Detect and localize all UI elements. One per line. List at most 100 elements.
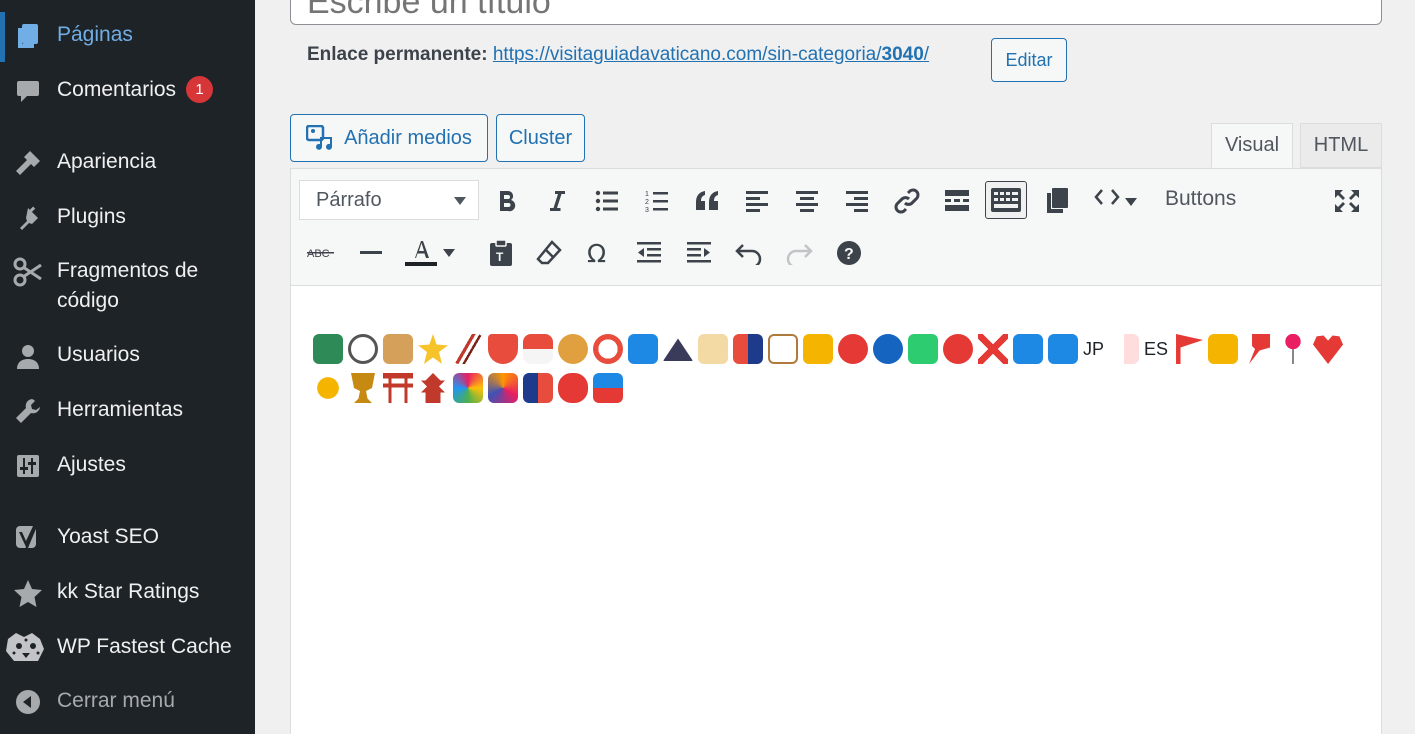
code-dropdown-button[interactable] xyxy=(1121,187,1141,217)
align-center-button[interactable] xyxy=(789,183,825,219)
fullscreen-button[interactable] xyxy=(1329,183,1365,219)
cross-mark-emoji-icon xyxy=(978,334,1008,364)
omega-icon: Ω xyxy=(587,240,606,266)
read-more-button[interactable] xyxy=(939,183,975,219)
fullscreen-icon xyxy=(1335,190,1359,212)
writing-hand-emoji-icon xyxy=(803,334,833,364)
format-select[interactable]: Párrafo xyxy=(299,180,479,220)
paste-as-text-button[interactable]: T xyxy=(483,235,519,271)
svg-text:?: ? xyxy=(844,246,854,263)
clear-formatting-button[interactable] xyxy=(531,235,567,271)
check-mark-emoji-icon xyxy=(908,334,938,364)
numbered-list-button[interactable]: 123 xyxy=(639,183,675,219)
sidebar-item-label: Usuarios xyxy=(57,343,140,366)
mountain-emoji-icon xyxy=(663,338,693,361)
align-left-icon xyxy=(746,191,768,212)
redo-button[interactable] xyxy=(781,235,817,271)
sidebar-item-label: Ajustes xyxy=(57,453,126,476)
special-character-button[interactable]: Ω xyxy=(581,235,617,271)
svg-text:3: 3 xyxy=(645,207,649,213)
bold-icon xyxy=(500,191,516,212)
star-icon xyxy=(12,577,44,609)
horizontal-line-icon xyxy=(360,251,382,254)
pushpin-emoji-icon xyxy=(1249,334,1271,364)
torii-gate-emoji-icon xyxy=(383,373,413,403)
indent-button[interactable] xyxy=(681,235,717,271)
pagoda-emoji-icon xyxy=(421,373,445,403)
code-button[interactable] xyxy=(1089,179,1125,215)
pages-icon xyxy=(12,20,44,52)
outdent-button[interactable] xyxy=(631,235,667,271)
title-input[interactable] xyxy=(290,0,1382,25)
book-emoji-icon xyxy=(383,334,413,364)
horizontal-line-button[interactable] xyxy=(353,235,389,271)
collapse-arrow-icon xyxy=(12,686,44,718)
permalink-link[interactable]: https://visitaguiadavaticano.com/sin-cat… xyxy=(493,44,929,65)
sidebar-item-label: Yoast SEO xyxy=(57,525,159,548)
redo-icon xyxy=(786,244,813,265)
red-circle-emoji-icon xyxy=(838,334,868,364)
align-right-icon xyxy=(846,191,868,212)
copy-button[interactable] xyxy=(1039,183,1075,219)
rice-bowl-emoji-icon xyxy=(593,334,623,364)
star-emoji-icon xyxy=(418,334,448,364)
add-media-button[interactable]: Añadir medios xyxy=(290,114,488,162)
sidebar-item-label: Herramientas xyxy=(57,398,184,421)
svg-text:2: 2 xyxy=(645,199,649,206)
permalink-row: Enlace permanente: https://visitaguiadav… xyxy=(307,44,929,66)
blockquote-icon xyxy=(696,191,718,210)
undo-button[interactable] xyxy=(731,235,767,271)
buttons-dropdown-label[interactable]: Buttons xyxy=(1165,187,1236,211)
snippets-icon xyxy=(12,256,44,288)
edit-permalink-button[interactable]: Editar xyxy=(991,38,1067,82)
sidebar-item-label-line2: código xyxy=(57,289,119,312)
toolbar-toggle-button[interactable] xyxy=(985,181,1027,219)
lantern-emoji-icon xyxy=(558,373,588,403)
permalink-slug: 3040 xyxy=(881,44,924,65)
ramen-emoji-icon xyxy=(488,334,518,364)
comment-count-badge: 1 xyxy=(186,76,214,103)
medal-emoji-icon xyxy=(313,373,343,403)
admin-sidebar: Páginas Comentarios 1 Apariencia Plugins … xyxy=(0,0,255,734)
align-left-button[interactable] xyxy=(739,183,775,219)
help-button[interactable]: ? xyxy=(831,235,867,271)
round-pushpin-emoji-icon xyxy=(1278,334,1309,364)
map-emoji-icon xyxy=(313,334,343,364)
editor-toolbar: Párrafo 123 Buttons ABC T Ω ? xyxy=(291,169,1381,286)
sidebar-item-label: Comentarios xyxy=(57,78,177,101)
jp-text: JP xyxy=(1083,339,1105,359)
caret-down-icon xyxy=(443,249,455,257)
sidebar-item-label: kk Star Ratings xyxy=(57,580,200,603)
compass-emoji-icon xyxy=(348,334,378,364)
tools-icon xyxy=(12,395,44,427)
bold-button[interactable] xyxy=(489,183,525,219)
strikethrough-button[interactable]: ABC xyxy=(303,235,339,271)
help-icon: ? xyxy=(837,241,861,265)
editor: Párrafo 123 Buttons ABC T Ω ? JP ES xyxy=(290,168,1382,734)
bullet-list-icon xyxy=(595,190,618,212)
text-color-dropdown[interactable] xyxy=(439,241,459,265)
insert-link-button[interactable] xyxy=(889,183,925,219)
heart-emoji-icon xyxy=(1313,335,1344,364)
numbered-list-icon: 123 xyxy=(645,191,668,213)
blockquote-button[interactable] xyxy=(689,183,725,219)
es-text: ES xyxy=(1144,339,1169,359)
keyboard-icon xyxy=(991,188,1021,212)
text-color-button[interactable] xyxy=(403,235,439,271)
align-right-button[interactable] xyxy=(839,183,875,219)
cluster-button[interactable]: Cluster xyxy=(496,114,585,162)
bullet-list-button[interactable] xyxy=(589,183,625,219)
comments-icon xyxy=(12,75,44,107)
italic-button[interactable] xyxy=(539,183,575,219)
scroll-emoji-icon xyxy=(698,334,728,364)
thumbs-up-emoji-icon xyxy=(1208,334,1239,364)
tab-visual[interactable]: Visual xyxy=(1211,123,1293,168)
cheetah-icon xyxy=(4,632,48,664)
sidebar-item-label: Fragmentos de xyxy=(57,259,199,282)
add-media-label: Añadir medios xyxy=(344,126,472,149)
editor-content[interactable]: JP ES xyxy=(313,329,1363,406)
tab-html[interactable]: HTML xyxy=(1300,123,1382,168)
settings-icon xyxy=(12,450,44,482)
caret-down-icon xyxy=(1125,198,1137,206)
read-more-icon xyxy=(945,190,969,211)
